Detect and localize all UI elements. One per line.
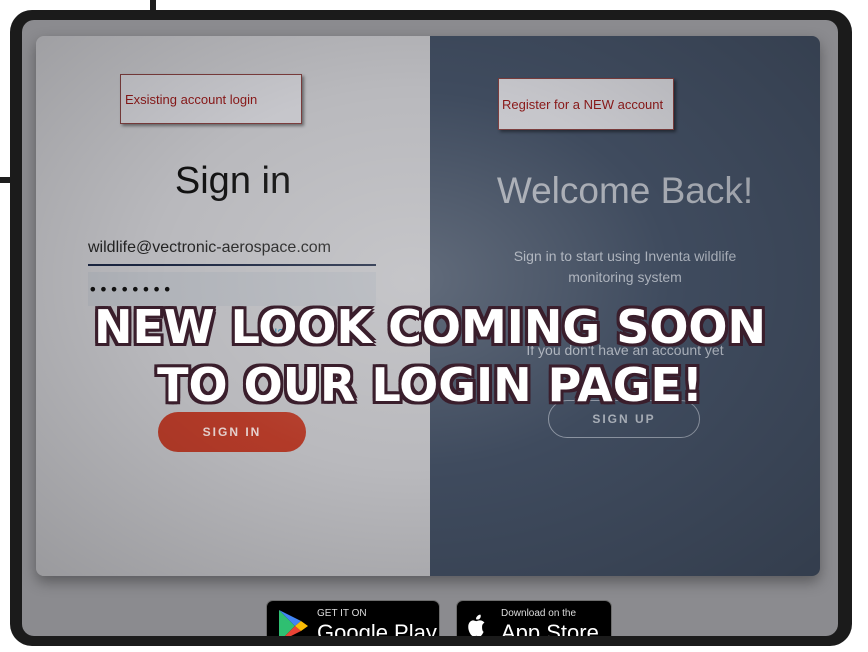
app-store-badge[interactable]: Download on the App Store — [456, 600, 612, 636]
signin-title: Sign in — [174, 160, 292, 202]
apple-badge-title: App Store — [501, 620, 599, 636]
screen: Exsisting account login Sign in d? SIGN … — [22, 20, 838, 636]
google-badge-title: Google Play — [317, 620, 437, 636]
banner-line-1: NEW LOOK COMING SOON — [93, 300, 767, 354]
device-frame: Exsisting account login Sign in d? SIGN … — [10, 10, 852, 646]
email-field[interactable] — [88, 232, 376, 266]
welcome-title: Welcome Back! — [496, 170, 754, 211]
register-note: Register for a NEW account — [498, 78, 674, 130]
apple-badge-caption: Download on the — [501, 608, 577, 619]
apple-icon — [468, 614, 485, 636]
signin-button[interactable]: SIGN IN — [158, 412, 306, 452]
banner-line-2: TO OUR LOGIN PAGE! — [157, 358, 703, 412]
existing-account-note: Exsisting account login — [120, 74, 302, 124]
google-play-badge[interactable]: GET IT ON Google Play — [266, 600, 440, 636]
google-badge-caption: GET IT ON — [317, 608, 367, 619]
welcome-subtitle: Sign in to start using Inventa wildlife … — [513, 248, 737, 285]
google-play-icon — [279, 610, 308, 636]
